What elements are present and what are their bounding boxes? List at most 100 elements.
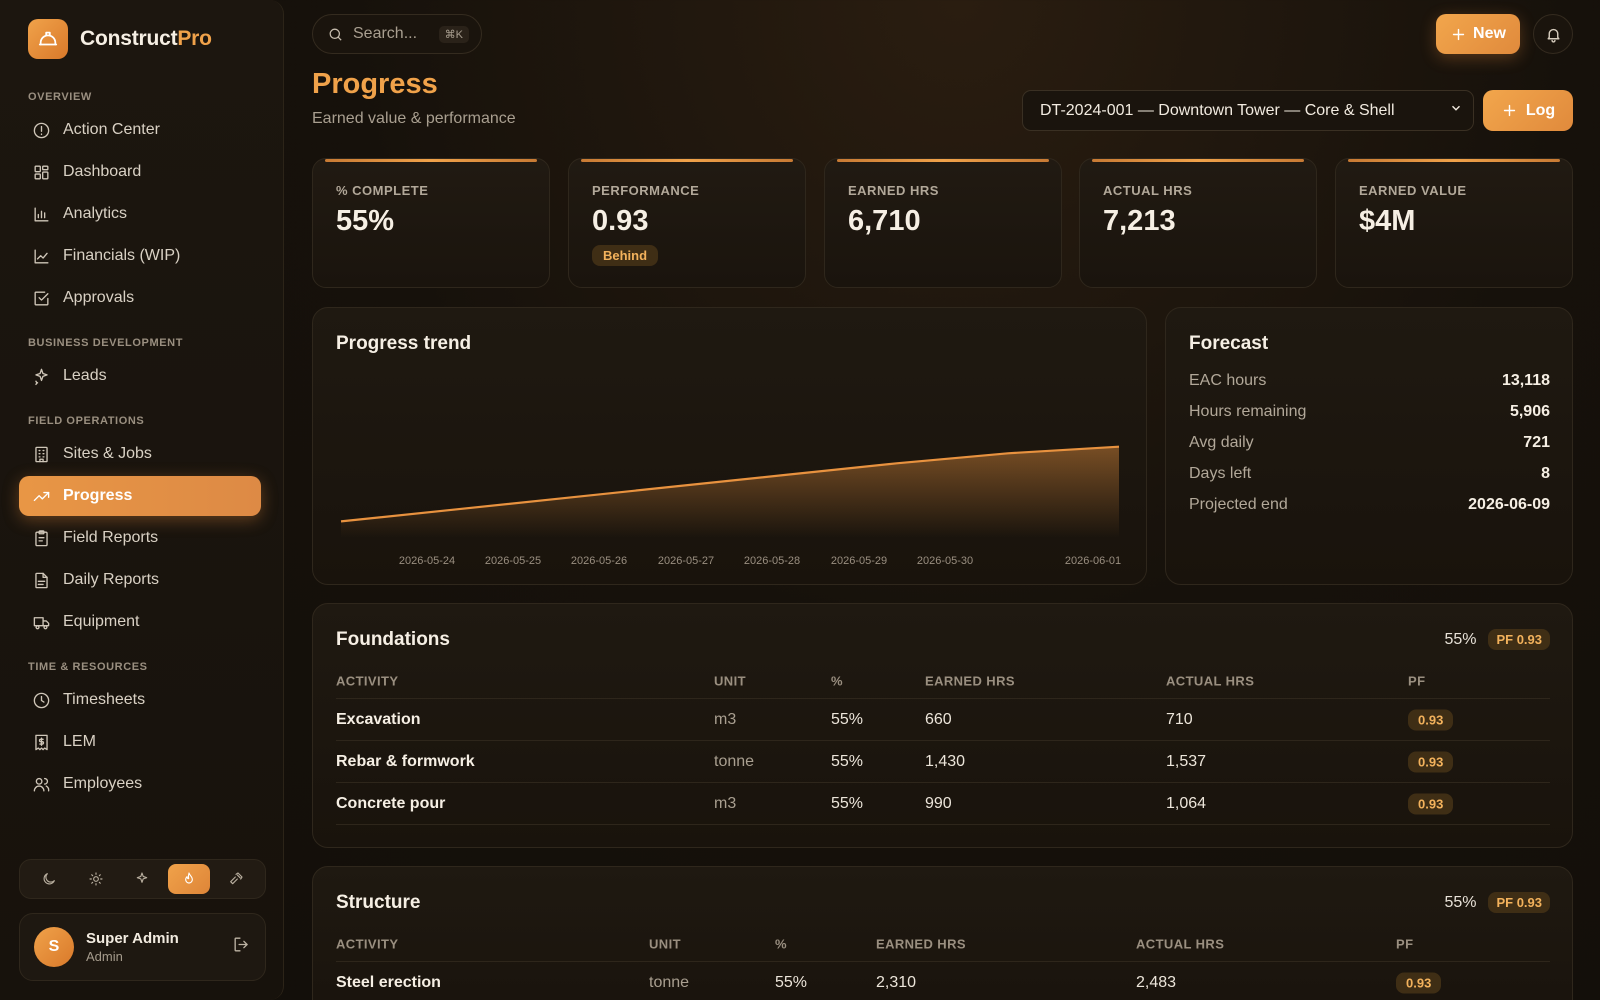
brand-name-accent: Pro xyxy=(177,27,212,50)
search-input[interactable]: Search... ⌘K xyxy=(312,14,482,54)
section-title: Foundations xyxy=(336,629,450,650)
avatar: S xyxy=(34,927,74,967)
col-header-activity: ACTIVITY xyxy=(336,936,399,952)
kpi-card-earned-value: EARNED VALUE $4M xyxy=(1335,158,1573,288)
table-row[interactable]: Concrete pour m3 55% 990 1,064 0.93 xyxy=(336,783,1550,825)
brand[interactable]: ConstructPro xyxy=(28,19,212,59)
cell-earned: 660 xyxy=(925,710,952,728)
truck-icon xyxy=(33,616,50,629)
sidebar-item-label: Leads xyxy=(63,367,107,384)
theme-hammer-button[interactable] xyxy=(215,864,257,894)
sidebar-item-leads[interactable]: Leads xyxy=(19,356,261,396)
table-row[interactable]: Steel erection tonne 55% 2,310 2,483 0.9… xyxy=(336,962,1550,1000)
kpi-label: ACTUAL HRS xyxy=(1103,183,1193,198)
forecast-value: 13,118 xyxy=(1501,372,1550,389)
cell-actual: 2,483 xyxy=(1136,973,1177,991)
sidebar-item-equipment[interactable]: Equipment xyxy=(19,602,261,642)
sparkle-icon xyxy=(35,368,48,385)
table-row[interactable]: Excavation m3 55% 660 710 0.93 xyxy=(336,699,1550,741)
cell-activity: Rebar & formwork xyxy=(336,752,475,770)
page-subtitle: Earned value & performance xyxy=(312,110,516,127)
sidebar-item-employees[interactable]: Employees xyxy=(19,764,261,804)
x-tick-label: 2026-05-28 xyxy=(744,555,800,567)
cell-unit: m3 xyxy=(714,794,737,812)
sidebar-item-approvals[interactable]: Approvals xyxy=(19,278,261,318)
line-chart-icon xyxy=(34,248,49,264)
nav-section-time-resources: TIME & RESOURCES xyxy=(28,661,148,673)
pf-badge: PF 0.93 xyxy=(1488,892,1550,913)
section-summary: 55% PF 0.93 xyxy=(1444,629,1550,650)
col-header-earned: EARNED HRS xyxy=(876,936,966,952)
col-header-actual: ACTUAL HRS xyxy=(1166,673,1255,689)
sidebar-item-daily-reports[interactable]: Daily Reports xyxy=(19,560,261,600)
theme-moon-button[interactable] xyxy=(28,864,70,894)
sidebar-item-label: Dashboard xyxy=(63,163,142,180)
alert-circle-icon xyxy=(33,122,50,138)
sidebar-item-label: Progress xyxy=(63,487,133,504)
section-card-foundations: Foundations 55% PF 0.93 ACTIVITY UNIT % … xyxy=(312,603,1573,848)
x-tick-label: 2026-05-27 xyxy=(658,555,714,567)
cell-pct: 55% xyxy=(775,973,808,991)
section-percent: 55% xyxy=(1444,893,1477,911)
forecast-row: Days left 8 xyxy=(1189,465,1550,483)
file-text-icon xyxy=(35,572,48,588)
forecast-label: Projected end xyxy=(1189,496,1288,513)
kpi-label: EARNED VALUE xyxy=(1359,183,1467,198)
sidebar-item-lem[interactable]: LEM xyxy=(19,722,261,762)
kpi-card-actual-hrs: ACTUAL HRS 7,213 xyxy=(1079,158,1317,288)
theme-flame-button[interactable] xyxy=(168,864,211,894)
sun-icon xyxy=(89,872,103,886)
sidebar-item-label: Employees xyxy=(63,775,143,792)
sidebar-item-financials[interactable]: Financials (WIP) xyxy=(19,236,261,276)
section-card-structure: Structure 55% PF 0.93 ACTIVITY UNIT % EA… xyxy=(312,866,1573,1000)
flame-icon xyxy=(185,872,193,884)
forecast-label: Days left xyxy=(1189,465,1252,482)
theme-sun-button[interactable] xyxy=(75,864,117,894)
sidebar-item-analytics[interactable]: Analytics xyxy=(19,194,261,234)
col-header-unit: UNIT xyxy=(714,673,746,689)
logout-button[interactable] xyxy=(232,935,251,959)
table-row[interactable]: Rebar & formwork tonne 55% 1,430 1,537 0… xyxy=(336,741,1550,783)
activity-table: ACTIVITY UNIT % EARNED HRS ACTUAL HRS PF… xyxy=(336,664,1550,825)
table-header-row: ACTIVITY UNIT % EARNED HRS ACTUAL HRS PF xyxy=(336,664,1550,699)
sidebar-item-label: Timesheets xyxy=(63,691,146,708)
forecast-panel: Forecast EAC hours 13,118 Hours remainin… xyxy=(1165,307,1573,585)
sidebar-item-dashboard[interactable]: Dashboard xyxy=(19,152,261,192)
nav-section-field-operations: FIELD OPERATIONS xyxy=(28,415,145,427)
cell-unit: tonne xyxy=(649,973,690,991)
sidebar-item-label: Approvals xyxy=(63,289,135,306)
sidebar-item-timesheets[interactable]: Timesheets xyxy=(19,680,261,720)
check-square-icon xyxy=(34,290,49,306)
project-select-value: DT-2024-001 — Downtown Tower — Core & Sh… xyxy=(1040,101,1395,119)
trend-area xyxy=(341,446,1119,538)
user-card[interactable]: S Super Admin Admin xyxy=(19,913,266,981)
progress-trend-chart: 2026-05-24 2026-05-25 2026-05-26 2026-05-27… xyxy=(340,445,1121,567)
kpi-label: EARNED HRS xyxy=(848,183,939,198)
new-button[interactable]: New xyxy=(1436,14,1520,54)
sidebar-item-sites-jobs[interactable]: Sites & Jobs xyxy=(19,434,261,474)
theme-sparkle-button[interactable] xyxy=(121,864,163,894)
forecast-label: Hours remaining xyxy=(1189,403,1307,420)
col-header-activity: ACTIVITY xyxy=(336,673,399,689)
sidebar-item-label: Field Reports xyxy=(63,529,159,546)
notifications-button[interactable] xyxy=(1533,14,1573,54)
cell-earned: 990 xyxy=(925,794,952,812)
kpi-value: 6,710 xyxy=(848,205,921,237)
forecast-label: EAC hours xyxy=(1189,372,1267,389)
col-header-earned: EARNED HRS xyxy=(925,673,1015,689)
kpi-label: PERFORMANCE xyxy=(592,183,700,198)
sidebar-item-action-center[interactable]: Action Center xyxy=(19,110,261,150)
forecast-value: 5,906 xyxy=(1509,403,1550,420)
bar-chart-icon xyxy=(34,206,49,222)
sidebar-item-field-reports[interactable]: Field Reports xyxy=(19,518,261,558)
kpi-card-earned-hrs: EARNED HRS 6,710 xyxy=(824,158,1062,288)
hammer-icon xyxy=(229,872,243,885)
user-name: Super Admin xyxy=(86,930,179,947)
forecast-row: Projected end 2026-06-09 xyxy=(1189,496,1550,514)
new-button-label: New xyxy=(1473,25,1506,42)
sidebar-item-progress[interactable]: Progress xyxy=(19,476,261,516)
log-button[interactable]: Log xyxy=(1483,90,1573,131)
project-select[interactable]: DT-2024-001 — Downtown Tower — Core & Sh… xyxy=(1022,90,1474,131)
x-tick-label: 2026-05-24 xyxy=(399,555,455,567)
panel-title: Forecast xyxy=(1189,333,1269,354)
